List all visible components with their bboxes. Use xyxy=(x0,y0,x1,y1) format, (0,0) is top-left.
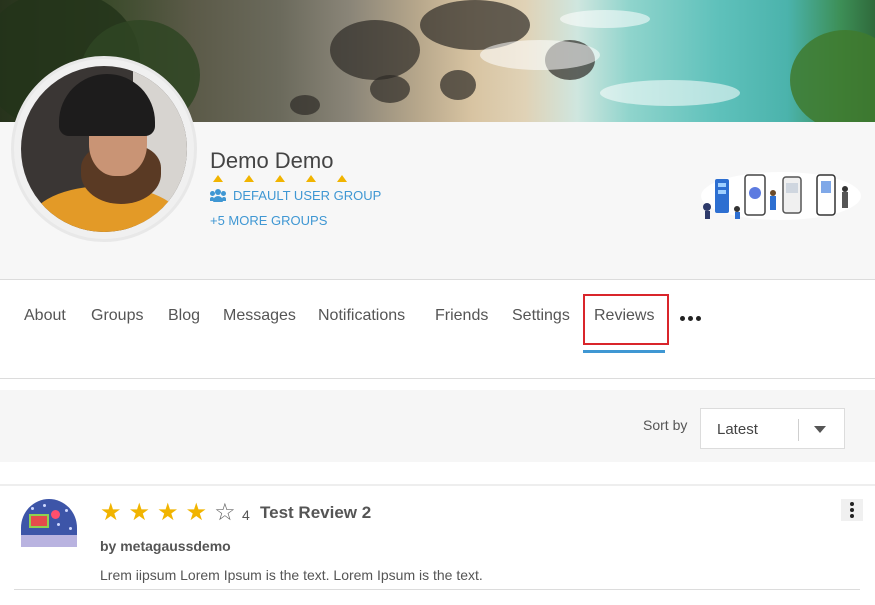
primary-group-link[interactable]: DEFAULT USER GROUP xyxy=(210,188,381,203)
review-author: by metagaussdemo xyxy=(100,538,231,554)
tab-messages[interactable]: Messages xyxy=(223,307,296,325)
primary-group-label: DEFAULT USER GROUP xyxy=(233,188,382,203)
select-divider xyxy=(798,419,799,441)
dot-icon xyxy=(696,316,701,321)
reviewer-avatar[interactable] xyxy=(21,499,77,547)
profile-tabs: About Groups Blog Messages Notifications… xyxy=(0,280,875,379)
more-tabs-button[interactable] xyxy=(680,316,701,321)
dot-icon xyxy=(680,316,685,321)
rating-star-icon xyxy=(306,175,317,182)
review-title: Test Review 2 xyxy=(260,503,372,522)
rating-star-icon xyxy=(213,175,224,182)
rating-star-icon xyxy=(275,175,286,182)
divider xyxy=(0,484,875,486)
tab-notifications[interactable]: Notifications xyxy=(318,307,405,325)
users-icon xyxy=(210,189,226,202)
more-groups-link[interactable]: +5 MORE GROUPS xyxy=(210,213,327,228)
star-filled-icon: ★ xyxy=(157,499,179,526)
profile-name: Demo Demo xyxy=(210,148,334,173)
tab-groups[interactable]: Groups xyxy=(91,307,143,325)
divider xyxy=(14,589,860,590)
review-text: Lrem iipsum Lorem Ipsum is the text. Lor… xyxy=(100,567,483,583)
sort-bar: Sort by Latest xyxy=(0,390,875,462)
rating-star-icon xyxy=(244,175,255,182)
active-tab-indicator xyxy=(583,350,665,353)
dot-icon xyxy=(850,508,854,512)
star-filled-icon: ★ xyxy=(185,499,208,526)
review-rating-stars: ★ ★ ★ ★ ☆ xyxy=(100,501,236,525)
review-options-button[interactable] xyxy=(841,499,863,521)
sort-select[interactable]: Latest xyxy=(700,408,845,449)
rating-star-icon xyxy=(337,175,348,182)
dot-icon xyxy=(688,316,693,321)
tab-about[interactable]: About xyxy=(24,307,66,325)
dot-icon xyxy=(850,502,854,506)
highlight-box xyxy=(583,294,669,345)
star-filled-icon: ★ xyxy=(128,499,151,526)
dot-icon xyxy=(850,514,854,518)
review-rating-value: 4 xyxy=(242,507,250,523)
avatar[interactable] xyxy=(21,66,187,232)
mobile-app-illustration xyxy=(701,172,861,220)
star-empty-icon: ☆ xyxy=(214,499,236,526)
chevron-down-icon xyxy=(814,426,826,433)
star-filled-icon: ★ xyxy=(100,499,122,526)
sort-selected-value: Latest xyxy=(717,421,758,438)
tab-friends[interactable]: Friends xyxy=(435,307,488,325)
tab-blog[interactable]: Blog xyxy=(168,307,200,325)
sort-label: Sort by xyxy=(643,417,688,433)
profile-rating xyxy=(213,175,348,182)
tab-settings[interactable]: Settings xyxy=(512,307,570,325)
